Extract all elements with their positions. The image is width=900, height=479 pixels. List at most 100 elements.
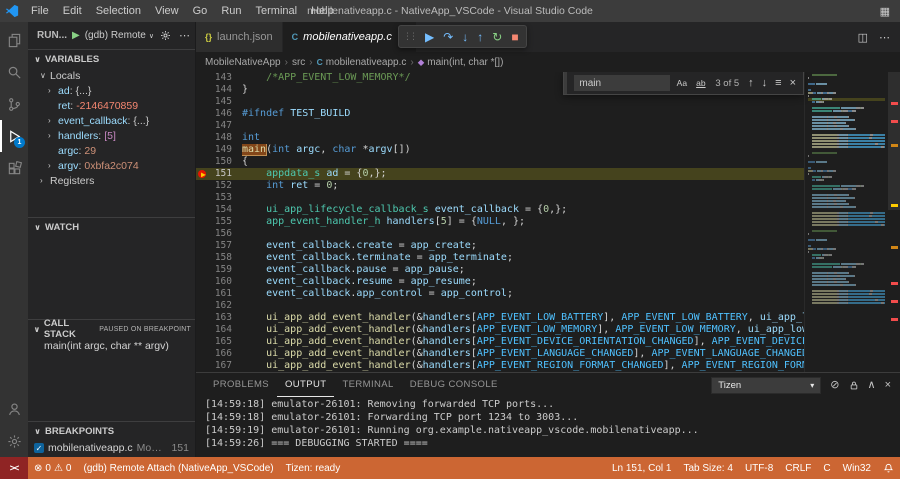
code-line[interactable]: 159 event_callback.pause = app_pause; [196, 264, 804, 276]
code-line[interactable]: 145 [196, 96, 804, 108]
maximize-panel-icon[interactable]: ∧ [868, 380, 876, 391]
code-line[interactable]: 167 ui_app_add_event_handler(&handlers[A… [196, 360, 804, 372]
find-input[interactable] [574, 75, 670, 91]
gutter[interactable]: 153 [196, 192, 242, 204]
panel-tab-terminal[interactable]: TERMINAL [334, 373, 401, 397]
breadcrumb-item[interactable]: Cmobilenativeapp.c [317, 57, 407, 68]
gutter[interactable]: 152 [196, 180, 242, 192]
gutter[interactable]: 163 [196, 312, 242, 324]
code-line[interactable]: 155 app_event_handler_h handlers[5] = {N… [196, 216, 804, 228]
menu-help[interactable]: Help [304, 0, 341, 22]
find-next-icon[interactable]: ↓ [760, 77, 770, 89]
gutter[interactable]: 161 [196, 288, 242, 300]
status-indentation[interactable]: Tab Size: 4 [677, 457, 738, 479]
clear-output-icon[interactable]: ⊘ [830, 380, 839, 391]
panel-tab-output[interactable]: OUTPUT [277, 373, 334, 397]
breadcrumb-item[interactable]: ◆main(int, char *[]) [418, 57, 504, 68]
gutter[interactable]: 150 [196, 156, 242, 168]
code-line[interactable]: 146#ifndef TEST_BUILD [196, 108, 804, 120]
gutter[interactable]: 166 [196, 348, 242, 360]
more-actions-icon[interactable]: ⋯ [179, 29, 190, 42]
find-in-selection-icon[interactable]: ≡ [773, 77, 783, 89]
scroll-lock-icon[interactable] [849, 380, 859, 391]
code-line[interactable]: 152 int ret = 0; [196, 180, 804, 192]
output-log[interactable]: [14:59:18] emulator-26101: Removing forw… [196, 397, 900, 457]
gutter[interactable]: 148 [196, 132, 242, 144]
configure-gear-icon[interactable] [160, 30, 171, 41]
code-line[interactable]: 158 event_callback.terminate = app_termi… [196, 252, 804, 264]
variable-row-ret[interactable]: ret:-2146470859 [28, 98, 195, 113]
accounts-icon[interactable] [0, 393, 28, 425]
minimap[interactable] [804, 72, 888, 372]
start-debug-button[interactable]: ▶ [72, 30, 80, 41]
gutter[interactable]: 145 [196, 96, 242, 108]
restart-button[interactable]: ↻ [492, 31, 502, 43]
menu-run[interactable]: Run [214, 0, 248, 22]
tizen-status[interactable]: Tizen: ready [280, 457, 347, 479]
panel-tab-problems[interactable]: PROBLEMS [205, 373, 277, 397]
menu-view[interactable]: View [148, 0, 186, 22]
search-icon[interactable] [0, 56, 28, 88]
code-line[interactable]: 149main(int argc, char *argv[]) [196, 144, 804, 156]
split-editor-icon[interactable]: ◫ [858, 31, 868, 44]
menu-go[interactable]: Go [186, 0, 215, 22]
find-widget-grip[interactable] [564, 72, 567, 94]
scrollbar-thumb[interactable] [888, 72, 900, 210]
step-into-button[interactable]: ↓ [462, 31, 468, 43]
source-control-icon[interactable] [0, 88, 28, 120]
variable-row-ad[interactable]: ›ad:{...} [28, 83, 195, 98]
breakpoint-row[interactable]: ✓mobilenativeapp.cMobileN...151 [28, 440, 195, 456]
code-lines[interactable]: 143 /*APP_EVENT_LOW_MEMORY*/144}145146#i… [196, 72, 804, 372]
gutter[interactable]: 165 [196, 336, 242, 348]
breakpoints-header[interactable]: ∨ BREAKPOINTS [28, 422, 195, 440]
variable-row-argc[interactable]: argc:29 [28, 143, 195, 158]
gutter[interactable]: 162 [196, 300, 242, 312]
gutter[interactable]: 159 [196, 264, 242, 276]
code-line[interactable]: 153 [196, 192, 804, 204]
stack-frame[interactable]: main(int argc, char ** argv) [28, 338, 195, 354]
code-line[interactable]: 147 [196, 120, 804, 132]
code-line[interactable]: 156 [196, 228, 804, 240]
close-panel-icon[interactable]: × [885, 380, 891, 391]
gutter[interactable]: ▶151 [196, 168, 242, 180]
code-line[interactable]: 154 ui_app_lifecycle_callback_s event_ca… [196, 204, 804, 216]
menu-edit[interactable]: Edit [56, 0, 89, 22]
debug-config-dropdown[interactable]: (gdb) Remote ∨ [85, 30, 154, 41]
close-find-icon[interactable]: × [788, 77, 798, 89]
gutter[interactable]: 147 [196, 120, 242, 132]
panel-tab-debug-console[interactable]: DEBUG CONSOLE [402, 373, 506, 397]
tab-launch.json[interactable]: {}launch.json [196, 22, 283, 52]
remote-indicator[interactable]: >< [0, 457, 28, 479]
gutter[interactable]: 149 [196, 144, 242, 156]
status-encoding[interactable]: UTF-8 [739, 457, 779, 479]
menu-file[interactable]: File [24, 0, 56, 22]
code-line[interactable]: 162 [196, 300, 804, 312]
problems-status[interactable]: ⊗ 0 ⚠ 0 [28, 457, 77, 479]
notifications-bell-icon[interactable] [877, 457, 900, 479]
stop-button[interactable]: ■ [511, 31, 518, 43]
layout-toggle-icon[interactable]: ▦ [880, 5, 890, 18]
scope-registers[interactable]: ›Registers [28, 173, 195, 188]
breadcrumb-item[interactable]: MobileNativeApp [205, 57, 281, 68]
run-and-debug-icon[interactable]: 1 [0, 120, 28, 152]
gutter[interactable]: 167 [196, 360, 242, 372]
overview-ruler[interactable] [888, 72, 900, 372]
menu-selection[interactable]: Selection [89, 0, 148, 22]
watch-header[interactable]: ∨ WATCH [28, 218, 195, 236]
code-line[interactable]: 160 event_callback.resume = app_resume; [196, 276, 804, 288]
gutter[interactable]: 160 [196, 276, 242, 288]
editor-more-actions-icon[interactable]: ⋯ [879, 31, 890, 44]
step-out-button[interactable]: ↑ [477, 31, 483, 43]
status-language-mode[interactable]: C [817, 457, 836, 479]
code-line[interactable]: ▶151 appdata_s ad = {0,}; [196, 168, 804, 180]
gutter[interactable]: 156 [196, 228, 242, 240]
gutter[interactable]: 154 [196, 204, 242, 216]
gutter[interactable]: 164 [196, 324, 242, 336]
code-line[interactable]: 148int [196, 132, 804, 144]
status-platform[interactable]: Win32 [837, 457, 877, 479]
step-over-button[interactable]: ↷ [443, 31, 453, 43]
code-line[interactable]: 161 event_callback.app_control = app_con… [196, 288, 804, 300]
output-channel-select[interactable]: Tizen ▾ [711, 377, 821, 394]
settings-gear-icon[interactable] [0, 425, 28, 457]
debug-session-status[interactable]: (gdb) Remote Attach (NativeApp_VSCode) [77, 457, 279, 479]
